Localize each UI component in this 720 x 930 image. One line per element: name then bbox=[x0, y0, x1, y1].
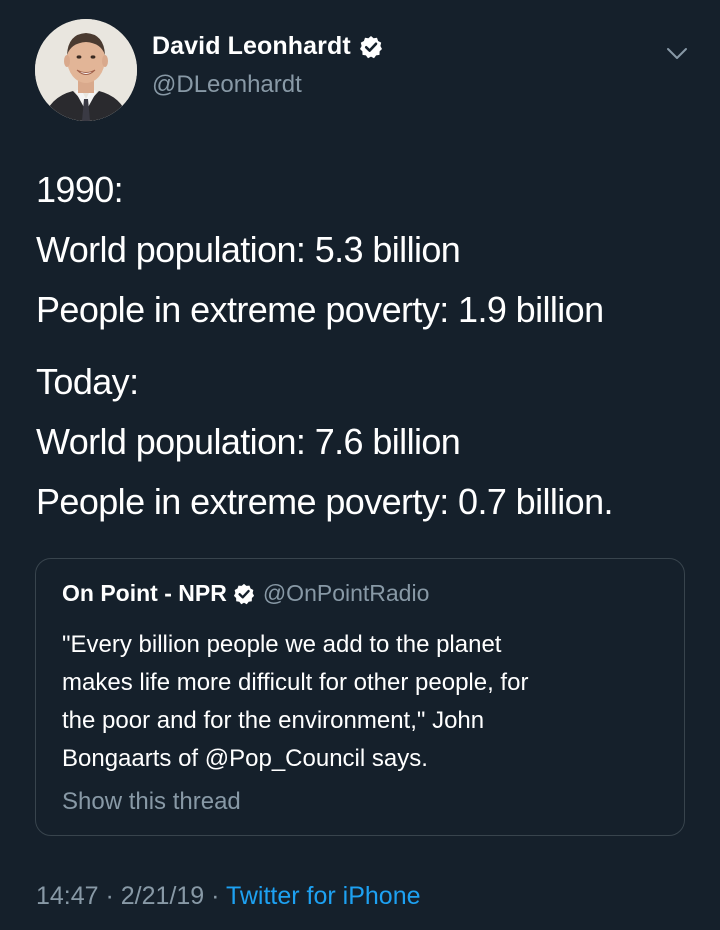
tweet-heading-1990: 1990: bbox=[36, 169, 124, 210]
tweet-text-block-today: Today: World population: 7.6 billion Peo… bbox=[36, 352, 614, 532]
author-avatar[interactable] bbox=[35, 19, 137, 121]
chevron-down-icon[interactable] bbox=[664, 40, 690, 66]
tweet-line-poverty-today: People in extreme poverty: 0.7 billion. bbox=[36, 481, 614, 522]
show-thread-link[interactable]: Show this thread bbox=[62, 788, 241, 816]
quoted-tweet-header: On Point - NPR @OnPointRadio bbox=[62, 580, 429, 607]
quoted-text-line: the poor and for the environment," John bbox=[62, 707, 485, 734]
author-name-row: David Leonhardt bbox=[152, 32, 383, 61]
quoted-author-name: On Point - NPR bbox=[62, 580, 227, 606]
avatar-portrait bbox=[35, 19, 137, 121]
quoted-text-line: Bongaarts of @Pop_Council says. bbox=[62, 745, 428, 772]
quoted-author-handle: @OnPointRadio bbox=[262, 580, 430, 606]
tweet-line-population-1990: World population: 5.3 billion bbox=[36, 229, 461, 270]
tweet-line-poverty-1990: People in extreme poverty: 1.9 billion bbox=[36, 289, 604, 330]
tweet-source-link[interactable]: Twitter for iPhone bbox=[226, 882, 421, 910]
tweet-text-block-1990: 1990: World population: 5.3 billion Peop… bbox=[36, 160, 604, 340]
tweet-heading-today: Today: bbox=[36, 361, 139, 402]
meta-separator: · bbox=[98, 882, 121, 910]
author-name[interactable]: David Leonhardt bbox=[152, 32, 351, 61]
quoted-text-line: makes life more difficult for other peop… bbox=[62, 669, 529, 696]
meta-separator: · bbox=[204, 882, 226, 910]
tweet: David Leonhardt @DLeonhardt 1990: World … bbox=[0, 0, 720, 930]
quoted-tweet-text: "Every billion people we add to the plan… bbox=[62, 626, 662, 778]
tweet-time[interactable]: 14:47 bbox=[36, 882, 99, 910]
quoted-text-line: "Every billion people we add to the plan… bbox=[62, 631, 502, 658]
tweet-line-population-today: World population: 7.6 billion bbox=[36, 421, 461, 462]
quoted-tweet[interactable]: On Point - NPR @OnPointRadio "Every bill… bbox=[35, 558, 685, 836]
tweet-date[interactable]: 2/21/19 bbox=[121, 882, 204, 910]
author-handle[interactable]: @DLeonhardt bbox=[152, 71, 302, 99]
verified-badge-icon bbox=[359, 35, 383, 59]
tweet-meta: 14:47 · 2/21/19 · Twitter for iPhone bbox=[36, 882, 421, 911]
verified-badge-icon bbox=[233, 583, 255, 605]
